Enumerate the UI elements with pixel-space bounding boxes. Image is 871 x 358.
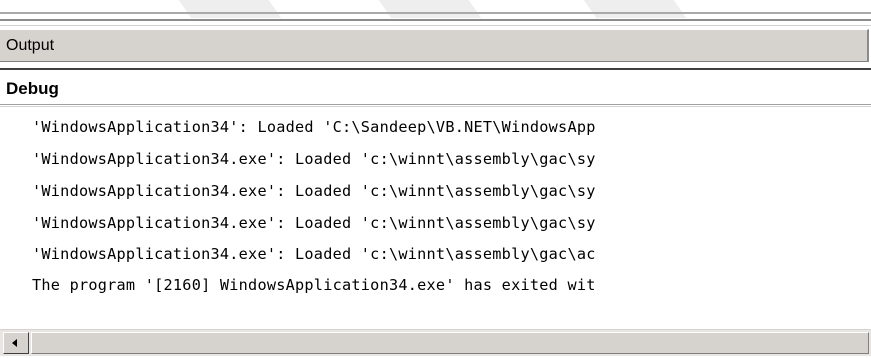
scroll-left-arrow-icon	[12, 339, 17, 347]
output-line: 'WindowsApplication34.exe': Loaded 'c:\w…	[32, 214, 596, 232]
background-shape	[178, 0, 282, 18]
output-pane-title-bar[interactable]: Output	[0, 29, 869, 62]
divider	[0, 68, 871, 70]
output-line: 'WindowsApplication34.exe': Loaded 'c:\w…	[32, 245, 596, 263]
divider	[0, 19, 871, 21]
divider	[0, 12, 871, 14]
output-pane-title: Output	[6, 37, 55, 54]
background-shape	[583, 0, 687, 18]
divider	[0, 106, 871, 107]
output-text-area[interactable]: 'WindowsApplication34': Loaded 'C:\Sande…	[0, 110, 871, 318]
background-shape	[378, 0, 482, 18]
divider	[0, 104, 871, 105]
scroll-left-button[interactable]	[3, 332, 29, 354]
divider	[0, 25, 871, 26]
output-line: 'WindowsApplication34.exe': Loaded 'c:\w…	[32, 150, 596, 168]
horizontal-scrollbar[interactable]	[0, 329, 871, 356]
output-source-selector[interactable]: Debug	[0, 72, 871, 106]
output-line: 'WindowsApplication34': Loaded 'C:\Sande…	[32, 118, 596, 136]
scrollbar-thumb[interactable]	[31, 332, 869, 354]
output-source-label: Debug	[6, 79, 59, 98]
output-line: 'WindowsApplication34.exe': Loaded 'c:\w…	[32, 182, 596, 200]
output-line: The program '[2160] WindowsApplication34…	[32, 276, 596, 294]
